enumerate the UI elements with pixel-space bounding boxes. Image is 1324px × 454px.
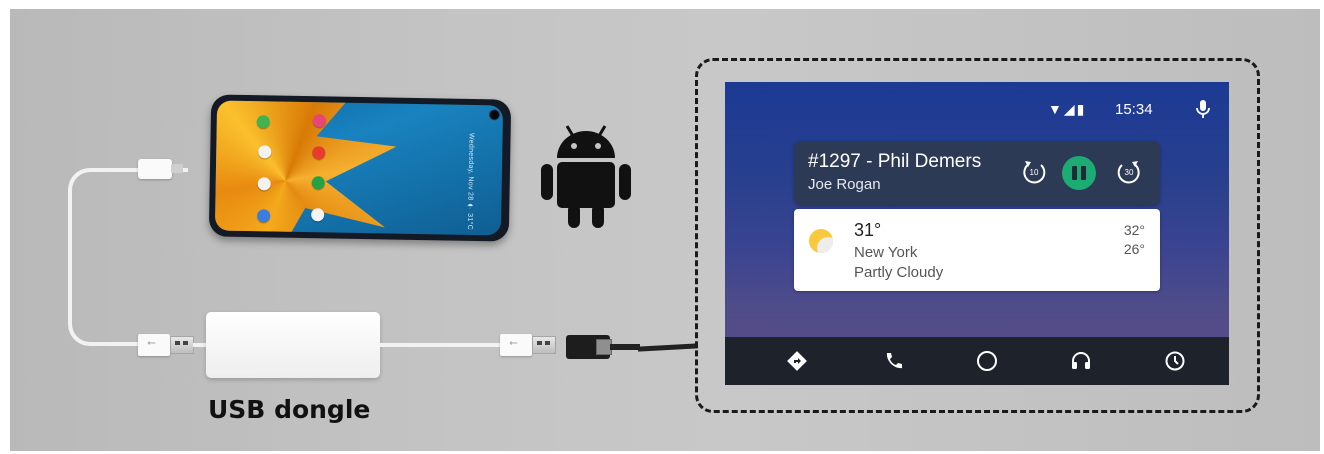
status-icons: ▼◢▮: [1048, 101, 1087, 117]
phone-date-text: Wednesday, Nov 28 ☂ 31°C: [465, 132, 475, 231]
rewind-seconds: 10: [1030, 168, 1039, 177]
partly-cloudy-icon: [809, 229, 833, 253]
usb-connector-right: [532, 336, 556, 354]
weather-city: New York: [854, 244, 918, 261]
media-card[interactable]: #1297 - Phil Demers Joe Rogan 10 30: [794, 141, 1160, 205]
forward-seconds: 30: [1125, 168, 1134, 177]
rewind-icon[interactable]: 10: [1019, 156, 1049, 186]
android-auto-screen: ▼◢▮ 15:34 #1297 - Phil Demers Joe Rogan …: [725, 82, 1229, 385]
phone-icon[interactable]: [882, 350, 904, 372]
black-cable: [610, 344, 640, 350]
pause-button[interactable]: [1062, 156, 1096, 190]
usb-symbol-icon: ⭠: [147, 337, 156, 349]
recents-icon[interactable]: [1164, 350, 1186, 372]
white-cable-right: [379, 343, 501, 347]
status-time: 15:34: [1115, 101, 1153, 118]
black-cable-end: [637, 343, 699, 352]
media-title: #1297 - Phil Demers: [808, 151, 982, 172]
dongle-label: USB dongle: [208, 395, 371, 424]
headphones-icon[interactable]: [1070, 350, 1092, 372]
usb-symbol-icon: ⭠: [509, 337, 518, 349]
usb-dongle: [206, 312, 380, 378]
weather-temperature: 31°: [854, 220, 882, 240]
product-illustration: ⭠ USB dongle ⭠ Wednesday, Nov 28 ☂ 31°C: [10, 9, 1320, 451]
micro-usb-tip: [171, 164, 183, 173]
navigation-icon[interactable]: [786, 350, 808, 372]
mic-icon[interactable]: [1195, 99, 1211, 119]
forward-icon[interactable]: 30: [1114, 156, 1144, 186]
usb-connector-left: [170, 336, 194, 354]
nav-bar: [725, 337, 1229, 385]
white-cable-loop: [68, 168, 188, 346]
weather-card[interactable]: 31° New York Partly Cloudy 32° 26°: [794, 209, 1160, 291]
android-phone: Wednesday, Nov 28 ☂ 31°C: [208, 94, 512, 242]
weather-low: 26°: [1123, 241, 1145, 257]
micro-usb-plug: [138, 159, 172, 179]
media-artist: Joe Rogan: [808, 176, 881, 193]
status-bar: ▼◢▮ 15:34: [725, 99, 1229, 121]
weather-condition: Partly Cloudy: [854, 264, 944, 281]
android-icon: [541, 125, 631, 228]
white-cable-short: [193, 343, 207, 347]
phone-screen: Wednesday, Nov 28 ☂ 31°C: [214, 100, 504, 236]
home-icon[interactable]: [976, 350, 998, 372]
app-icon: [311, 208, 325, 222]
weather-high: 32°: [1123, 222, 1145, 238]
